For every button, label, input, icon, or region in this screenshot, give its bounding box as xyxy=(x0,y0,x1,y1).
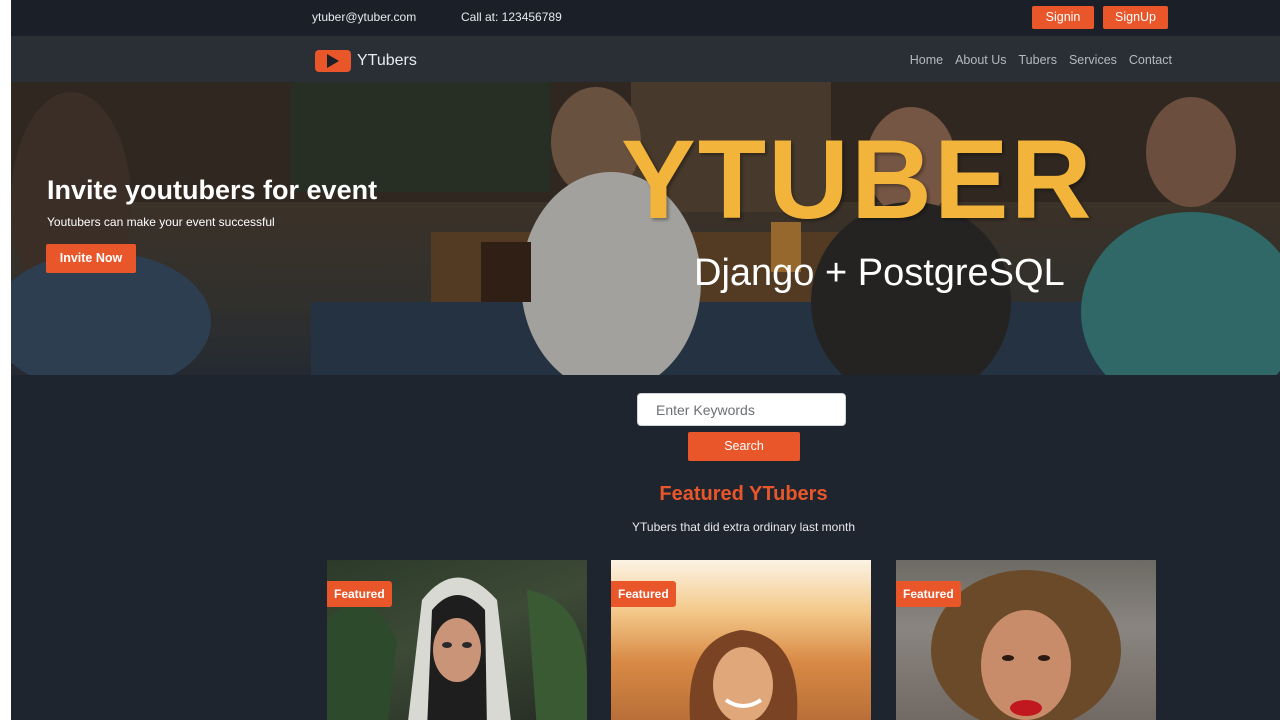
overlay-title: YTUBER xyxy=(621,117,1094,242)
hero-subtitle: Youtubers can make your event successful xyxy=(47,215,275,229)
nav-about-us[interactable]: About Us xyxy=(955,53,1006,67)
search-input[interactable] xyxy=(637,393,846,426)
featured-subtitle: YTubers that did extra ordinary last mon… xyxy=(632,520,855,534)
contact-phone: Call at: 123456789 xyxy=(461,10,562,24)
top-bar: ytuber@ytuber.com Call at: 123456789 Sig… xyxy=(11,0,1280,36)
signin-button[interactable]: Signin xyxy=(1032,6,1094,29)
nav-links: Home About Us Tubers Services Contact xyxy=(910,53,1172,67)
signup-button[interactable]: SignUp xyxy=(1103,6,1168,29)
contact-email[interactable]: ytuber@ytuber.com xyxy=(312,10,416,24)
featured-card-1[interactable]: Featured xyxy=(327,560,587,720)
featured-card-2[interactable]: Featured xyxy=(611,560,871,720)
search-button[interactable]: Search xyxy=(688,432,800,461)
featured-title: Featured YTubers xyxy=(659,483,828,505)
hero-title: Invite youtubers for event xyxy=(47,175,378,205)
nav-services[interactable]: Services xyxy=(1069,53,1117,67)
youtube-logo-icon[interactable] xyxy=(315,50,351,72)
featured-badge: Featured xyxy=(611,581,676,607)
nav-tubers[interactable]: Tubers xyxy=(1019,53,1057,67)
featured-badge: Featured xyxy=(327,581,392,607)
nav-home[interactable]: Home xyxy=(910,53,943,67)
page: ytuber@ytuber.com Call at: 123456789 Sig… xyxy=(11,0,1280,720)
screen-edge xyxy=(0,0,11,720)
nav-contact[interactable]: Contact xyxy=(1129,53,1172,67)
overlay-subtitle: Django + PostgreSQL xyxy=(694,252,1065,294)
featured-badge: Featured xyxy=(896,581,961,607)
brand-name[interactable]: YTubers xyxy=(357,52,417,70)
featured-card-3[interactable]: Featured xyxy=(896,560,1156,720)
navbar: YTubers Home About Us Tubers Services Co… xyxy=(11,36,1280,82)
invite-now-button[interactable]: Invite Now xyxy=(46,244,136,273)
hero-banner: Invite youtubers for event Youtubers can… xyxy=(11,82,1280,375)
